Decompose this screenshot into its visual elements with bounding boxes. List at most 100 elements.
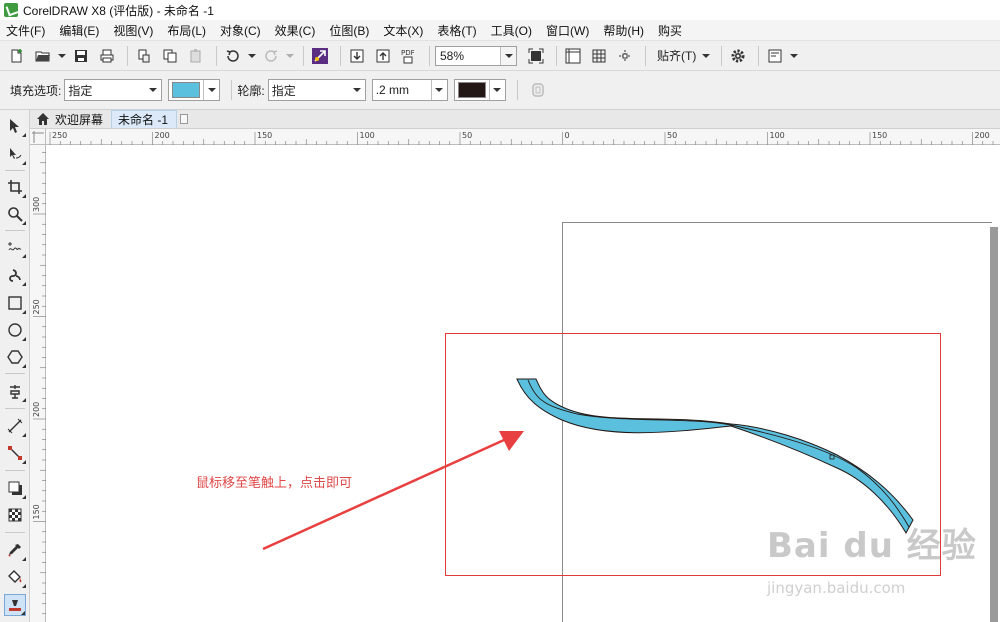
- toolbox-separator: [5, 373, 25, 374]
- chevron-down-icon[interactable]: [349, 80, 365, 100]
- search-content-button[interactable]: [309, 45, 331, 67]
- menu-text[interactable]: 文本(X): [383, 22, 423, 39]
- drawing-canvas[interactable]: 鼠标移至笔触上，点击即可 Bai du 经验 jingyan.baidu.com: [47, 146, 1000, 622]
- import-button[interactable]: [346, 45, 368, 67]
- connector-tool[interactable]: [4, 442, 26, 464]
- paste-button[interactable]: [185, 45, 207, 67]
- zoom-dropdown-arrow[interactable]: [500, 46, 516, 65]
- export-button[interactable]: [372, 45, 394, 67]
- pick-tool[interactable]: [4, 115, 26, 137]
- publish-pdf-button[interactable]: PDF: [398, 45, 420, 67]
- ruler-tick-label: 150: [32, 504, 41, 519]
- menu-window[interactable]: 窗口(W): [546, 22, 589, 39]
- toolbox-separator: [5, 408, 25, 409]
- toolbox-separator: [5, 470, 25, 471]
- flyout-indicator: [21, 611, 25, 615]
- tab-welcome-screen[interactable]: 欢迎屏幕: [30, 110, 112, 128]
- fill-color-swatch[interactable]: [172, 82, 201, 98]
- new-tab-button[interactable]: [177, 110, 191, 128]
- menu-effects[interactable]: 效果(C): [275, 22, 316, 39]
- tab-label: 欢迎屏幕: [55, 112, 104, 127]
- menu-object[interactable]: 对象(C): [220, 22, 261, 39]
- chevron-down-icon[interactable]: [430, 80, 447, 100]
- tab-document[interactable]: 未命名 -1: [111, 110, 178, 128]
- full-screen-preview-button[interactable]: [525, 45, 547, 67]
- menu-buy[interactable]: 购买: [658, 22, 682, 39]
- cut-button[interactable]: [133, 45, 155, 67]
- copy-button[interactable]: [159, 45, 181, 67]
- open-dropdown-arrow[interactable]: [58, 45, 66, 67]
- outline-type-select[interactable]: 指定: [267, 79, 366, 101]
- ellipse-tool[interactable]: [4, 319, 26, 341]
- new-tab-icon: [180, 114, 189, 124]
- menu-table[interactable]: 表格(T): [437, 22, 476, 39]
- vertical-ruler[interactable]: 300 250 200 150: [30, 145, 46, 622]
- open-button[interactable]: [32, 45, 54, 67]
- drop-shadow-tool[interactable]: [4, 477, 26, 499]
- print-button[interactable]: [96, 45, 118, 67]
- redo-dropdown-arrow[interactable]: [286, 45, 294, 67]
- toolbar-separator: [721, 45, 723, 66]
- outline-color-swatch[interactable]: [457, 82, 486, 98]
- edit-fill-button[interactable]: [527, 79, 549, 101]
- toolbar-separator: [231, 80, 233, 100]
- crop-tool[interactable]: [4, 176, 26, 198]
- ruler-tick-label: 50: [667, 131, 677, 140]
- zoom-tool[interactable]: [4, 203, 26, 225]
- rectangle-tool[interactable]: [4, 292, 26, 314]
- artistic-stroke-shape[interactable]: [516, 378, 914, 535]
- options-button[interactable]: [727, 45, 749, 67]
- outline-color-picker[interactable]: [453, 79, 506, 101]
- chevron-down-icon[interactable]: [203, 80, 219, 100]
- launcher-dropdown-arrow[interactable]: [790, 45, 798, 67]
- outline-width-select[interactable]: .2 mm: [371, 79, 448, 101]
- menu-view[interactable]: 视图(V): [113, 22, 153, 39]
- smart-fill-tool[interactable]: [4, 594, 26, 616]
- parallel-dimension-tool[interactable]: [4, 415, 26, 437]
- annotation-text: 鼠标移至笔触上，点击即可: [196, 475, 353, 490]
- shape-tool[interactable]: [4, 143, 26, 165]
- redo-button[interactable]: [260, 45, 282, 67]
- text-tool[interactable]: [4, 380, 26, 402]
- interactive-fill-tool[interactable]: [4, 566, 26, 588]
- show-rulers-button[interactable]: [562, 45, 584, 67]
- menu-file[interactable]: 文件(F): [6, 22, 45, 39]
- save-button[interactable]: [70, 45, 92, 67]
- flyout-indicator: [22, 584, 26, 588]
- ruler-origin[interactable]: [30, 129, 46, 145]
- freehand-tool[interactable]: [4, 236, 26, 258]
- toolbar-separator: [429, 45, 430, 66]
- outline-width-value[interactable]: .2 mm: [373, 83, 431, 97]
- artistic-media-icon: [9, 269, 21, 282]
- menu-layout[interactable]: 布局(L): [167, 22, 206, 39]
- flyout-indicator: [22, 282, 26, 286]
- toolbar-separator: [216, 45, 217, 66]
- ruler-origin-icon: [32, 131, 44, 143]
- horizontal-ruler[interactable]: 250 200 150 100 50 0 50 100 150 200: [46, 129, 1000, 145]
- zoom-level-value[interactable]: 58%: [436, 49, 500, 63]
- fill-color-picker[interactable]: [168, 79, 221, 101]
- menu-edit[interactable]: 编辑(E): [59, 22, 99, 39]
- ellipse-icon: [8, 323, 22, 337]
- artistic-media-tool[interactable]: [4, 264, 26, 286]
- chevron-down-icon[interactable]: [145, 80, 161, 100]
- polygon-tool[interactable]: [4, 346, 26, 368]
- menu-bitmaps[interactable]: 位图(B): [329, 22, 369, 39]
- show-guidelines-button[interactable]: [614, 45, 636, 67]
- application-launcher-button[interactable]: [764, 45, 786, 67]
- undo-button[interactable]: [222, 45, 244, 67]
- menu-tools[interactable]: 工具(O): [491, 22, 532, 39]
- snap-to-button[interactable]: 贴齐(T): [657, 47, 711, 64]
- show-grid-button[interactable]: [588, 45, 610, 67]
- zoom-level-combo[interactable]: 58%: [435, 45, 517, 66]
- save-icon: [75, 49, 87, 62]
- undo-dropdown-arrow[interactable]: [248, 45, 256, 67]
- eyedropper-tool[interactable]: [4, 539, 26, 561]
- new-document-button[interactable]: [6, 45, 28, 67]
- transparency-tool[interactable]: [4, 504, 26, 526]
- toolbar-separator: [340, 45, 341, 66]
- chevron-down-icon[interactable]: [488, 80, 505, 100]
- menu-help[interactable]: 帮助(H): [603, 22, 644, 39]
- fill-type-select[interactable]: 指定: [64, 79, 163, 101]
- gear-icon: [731, 49, 745, 62]
